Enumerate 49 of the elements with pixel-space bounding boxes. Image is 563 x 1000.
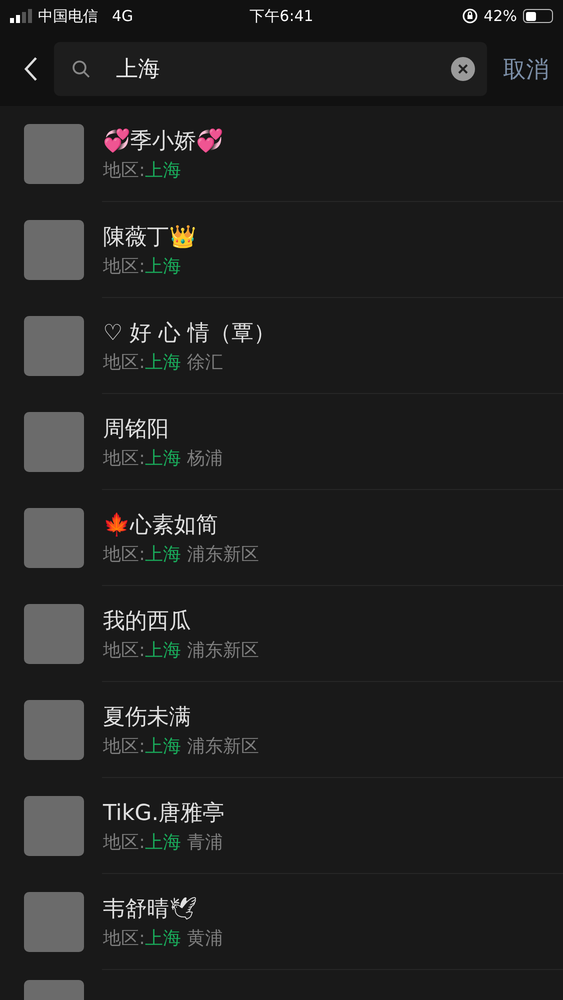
contact-name: 陳薇丁👑 [103, 224, 196, 252]
contact-row[interactable]: 夏伤未满 地区:上海 浦东新区 [0, 682, 563, 778]
avatar-placeholder [24, 700, 84, 760]
contact-row[interactable]: 💞季小娇💞 地区:上海 [0, 106, 563, 202]
contact-region: 地区:上海 浦东新区 [103, 735, 260, 758]
contact-row[interactable]: 周铭阳 地区:上海 杨浦 [0, 394, 563, 490]
contact-region: 地区:上海 浦东新区 [103, 543, 260, 566]
contact-row[interactable]: TikG.唐雅亭 地区:上海 青浦 [0, 778, 563, 874]
search-icon [72, 60, 90, 78]
contact-row[interactable]: 我的西瓜 地区:上海 浦东新区 [0, 586, 563, 682]
contact-name: 🍁心素如简 [103, 512, 219, 540]
contact-region: 地区:上海 [103, 255, 182, 278]
battery-icon [523, 9, 553, 23]
contact-name: 夏伤未满 [103, 704, 192, 732]
contact-name: TikG.唐雅亭 [103, 800, 225, 828]
contact-region: 地区:上海 黄浦 [103, 927, 224, 950]
contact-name: 我的西瓜 [103, 608, 192, 636]
contact-name: ♡ 好 心 情（覃） [103, 320, 276, 348]
back-chevron-icon[interactable] [24, 56, 38, 82]
rotation-lock-icon [462, 8, 478, 24]
cancel-button[interactable]: 取消 [503, 54, 549, 84]
network-type: 4G [112, 7, 134, 25]
contact-name: 周铭阳 [103, 416, 170, 444]
avatar-placeholder [24, 892, 84, 952]
search-query: 上海 [116, 56, 160, 84]
contact-row[interactable]: 韦舒晴🕊 地区:上海 黄浦 [0, 874, 563, 970]
contact-row[interactable]: 🍁心素如简 地区:上海 浦东新区 [0, 490, 563, 586]
avatar-placeholder [24, 316, 84, 376]
avatar-placeholder [24, 796, 84, 856]
avatar-placeholder [24, 220, 84, 280]
avatar-placeholder [24, 124, 84, 184]
contact-region: 地区:上海 浦东新区 [103, 639, 260, 662]
avatar-placeholder [24, 604, 84, 664]
contact-row[interactable]: 陳薇丁👑 地区:上海 [0, 202, 563, 298]
contact-name: 韦舒晴🕊 [103, 896, 198, 924]
clock-time: 下午6:41 [250, 6, 314, 26]
carrier-name: 中国电信 [38, 6, 98, 26]
signal-icon [10, 9, 32, 23]
contact-region: 地区:上海 杨浦 [103, 447, 224, 470]
contact-region: 地区:上海 徐汇 [103, 351, 224, 374]
battery-percent: 42% [484, 7, 517, 25]
contact-name: 💞季小娇💞 [103, 128, 223, 156]
avatar-placeholder [24, 412, 84, 472]
contact-row[interactable]: ♡ 好 心 情（覃） 地区:上海 徐汇 [0, 298, 563, 394]
clear-icon[interactable] [451, 57, 475, 81]
contact-region: 地区:上海 青浦 [103, 831, 224, 854]
avatar-placeholder [24, 508, 84, 568]
contact-region: 地区:上海 [103, 159, 182, 182]
search-field[interactable]: 上海 [54, 42, 487, 96]
